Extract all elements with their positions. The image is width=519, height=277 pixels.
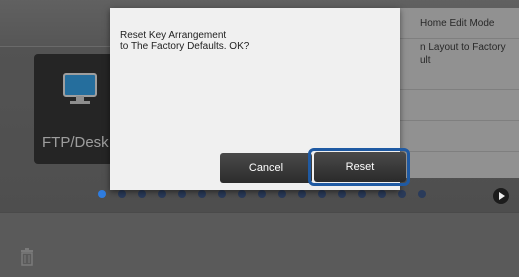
page-dot[interactable]	[358, 190, 366, 198]
page-dot[interactable]	[378, 190, 386, 198]
page-dot[interactable]	[258, 190, 266, 198]
page-dot[interactable]	[338, 190, 346, 198]
page-dot[interactable]	[418, 190, 426, 198]
dialog-message: Reset Key Arrangement to The Factory Def…	[120, 30, 250, 52]
page-dot[interactable]	[318, 190, 326, 198]
page-dot[interactable]	[98, 190, 106, 198]
next-page-button[interactable]	[493, 188, 509, 204]
trash-icon[interactable]	[20, 248, 34, 266]
page-dot[interactable]	[398, 190, 406, 198]
page-dot[interactable]	[218, 190, 226, 198]
cancel-button[interactable]: Cancel	[220, 153, 312, 183]
page-dot[interactable]	[298, 190, 306, 198]
page-dot[interactable]	[138, 190, 146, 198]
page-dot[interactable]	[178, 190, 186, 198]
page-dot[interactable]	[118, 190, 126, 198]
page-dot[interactable]	[278, 190, 286, 198]
bottom-bar	[0, 212, 519, 277]
page-dot[interactable]	[238, 190, 246, 198]
page-dot[interactable]	[158, 190, 166, 198]
page-dot[interactable]	[198, 190, 206, 198]
reset-button-highlight	[308, 148, 410, 186]
